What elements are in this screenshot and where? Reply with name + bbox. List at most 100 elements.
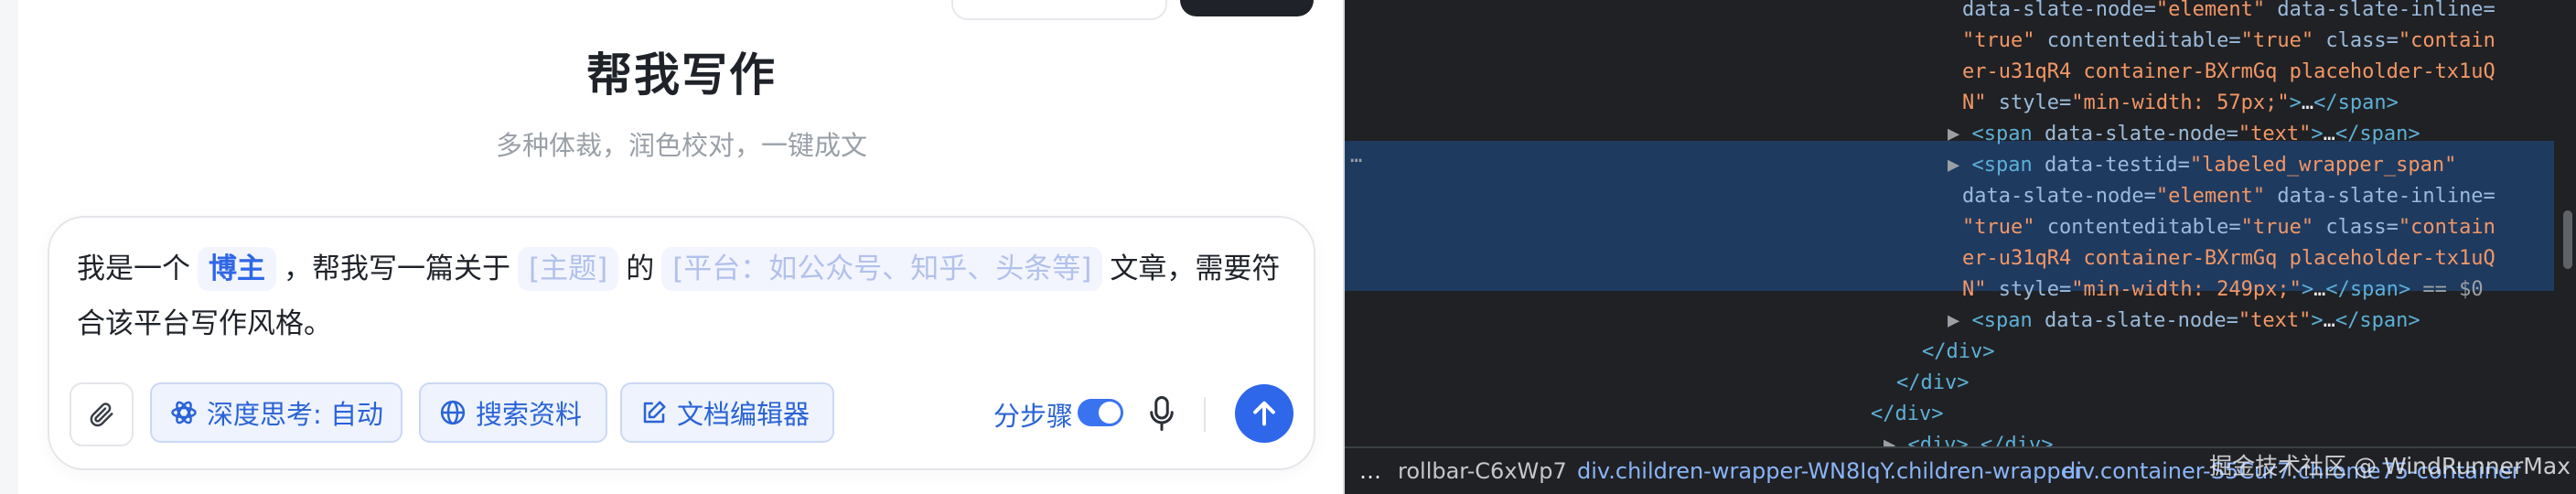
vertical-scrollbar[interactable] bbox=[2563, 210, 2572, 269]
expand-triangle-icon[interactable]: ▶ bbox=[1948, 123, 1972, 145]
dom-token: style= bbox=[1986, 278, 2072, 301]
doc-editor-button[interactable]: 文档编辑器 bbox=[620, 382, 834, 443]
node-actions-ellipsis[interactable]: … bbox=[1350, 141, 1362, 172]
step-by-step-label: 分步骤 bbox=[993, 401, 1074, 432]
dom-tree-line[interactable]: er-u31qR4 container-BXrmGq placeholder-t… bbox=[1962, 57, 2496, 88]
dom-tree-line[interactable]: er-u31qR4 container-BXrmGq placeholder-t… bbox=[1962, 243, 2496, 274]
page-title: 帮我写作 bbox=[586, 48, 777, 102]
step-by-step-toggle[interactable] bbox=[1078, 399, 1123, 426]
prompt-editor-card: 我是一个 博主 ，帮我写一篇关于 [主题] 的 [平台：如公众号、知乎、头条等] 文章，需要… bbox=[48, 216, 1315, 470]
dom-token: "text" bbox=[2238, 309, 2312, 332]
globe-icon bbox=[440, 400, 466, 425]
dom-tree-line[interactable]: ▶ <span data-testid="labeled_wrapper_spa… bbox=[1948, 150, 2456, 181]
toolbar-divider bbox=[1204, 397, 1206, 432]
writing-assistant-pane: 帮我写作 多种体裁，润色校对，一键成文 我是一个 博主 ，帮我写一篇关于 [主题] 的[… bbox=[0, 0, 1343, 494]
dom-token: contenteditable= bbox=[2034, 216, 2241, 239]
prompt-text-3: 的 bbox=[626, 252, 655, 285]
prompt-text-2: ，帮我写一篇关于 bbox=[284, 252, 510, 285]
dom-token: > bbox=[2311, 309, 2324, 332]
dom-tree-line[interactable]: ▶ <span data-slate-node="text">…</span> bbox=[1948, 119, 2420, 150]
dom-token: contenteditable= bbox=[2034, 29, 2241, 52]
dom-token: data-slate-inline= bbox=[2265, 0, 2496, 21]
dom-token: data-slate-node= bbox=[1962, 0, 2156, 21]
edit-document-icon bbox=[643, 401, 666, 424]
dom-token: </div> bbox=[1922, 340, 1995, 363]
dom-tree-line[interactable]: data-slate-node="element" data-slate-inl… bbox=[1962, 181, 2496, 212]
dom-tree-line[interactable]: "true" contenteditable="true" class="con… bbox=[1962, 26, 2496, 57]
dom-token: "labeled_wrapper_span" bbox=[2189, 154, 2457, 177]
dom-tree-line[interactable]: ▶ <span data-slate-node="text">…</span> bbox=[1948, 306, 2420, 337]
microphone-icon bbox=[1150, 396, 1174, 431]
deep-think-label: 深度思考: 自动 bbox=[207, 399, 383, 430]
doc-editor-label: 文档编辑器 bbox=[677, 399, 810, 430]
dom-token: "element" bbox=[2155, 0, 2266, 21]
dom-token: </span> bbox=[2334, 309, 2420, 332]
dom-tree-line[interactable]: "true" contenteditable="true" class="con… bbox=[1962, 212, 2496, 243]
slot-topic[interactable]: [主题] bbox=[518, 247, 619, 291]
dom-tree-line[interactable]: N" style="min-width: 249px;">…</span> ==… bbox=[1962, 274, 2484, 306]
voice-input-button[interactable] bbox=[1143, 392, 1180, 435]
dom-tree-line[interactable]: N" style="min-width: 57px;">…</span> bbox=[1962, 88, 2399, 119]
expand-triangle-icon[interactable]: ▶ bbox=[1948, 154, 1972, 177]
breadcrumb-ellipsis[interactable]: … bbox=[1359, 448, 1381, 494]
dom-token: </div> bbox=[1896, 371, 1970, 394]
arrow-up-icon bbox=[1253, 401, 1275, 426]
dom-token: class= bbox=[2313, 216, 2399, 239]
dom-token: data-slate-node= bbox=[2032, 309, 2238, 332]
dom-tree-line[interactable]: data-slate-node="element" data-slate-inl… bbox=[1962, 0, 2496, 26]
dom-token: > bbox=[2311, 123, 2324, 145]
dom-tree-line[interactable]: </div> bbox=[1871, 399, 1943, 430]
dom-token: … bbox=[2323, 309, 2335, 332]
prompt-editor[interactable]: 我是一个 博主 ，帮我写一篇关于 [主题] 的 [平台：如公众号、知乎、头条等] 文章，需要… bbox=[77, 242, 1293, 351]
search-button[interactable]: 搜索资料 bbox=[419, 382, 607, 443]
breadcrumb-item[interactable]: rollbar-C6xWp7 bbox=[1398, 448, 1567, 494]
dom-token: </span> bbox=[2313, 91, 2399, 114]
dom-tree-line[interactable]: </div> bbox=[1922, 337, 1994, 368]
deep-think-button[interactable]: 深度思考: 自动 bbox=[150, 382, 402, 443]
paperclip-icon bbox=[90, 403, 113, 427]
dom-token: style= bbox=[1986, 91, 2072, 114]
dom-token: "element" bbox=[2155, 185, 2266, 208]
dom-token: > bbox=[2289, 91, 2302, 114]
dom-token: "text" bbox=[2238, 123, 2312, 145]
attach-button[interactable] bbox=[70, 382, 134, 446]
dom-token: N" bbox=[1962, 278, 1987, 301]
dom-token: … bbox=[2323, 123, 2335, 145]
dom-token: "min-width: 249px;" bbox=[2071, 278, 2302, 301]
dom-token: er-u31qR4 container-BXrmGq placeholder-t… bbox=[1962, 60, 2496, 83]
dom-token: <span bbox=[1971, 123, 2033, 145]
dom-token: data-slate-inline= bbox=[2265, 185, 2496, 208]
dom-tree-line[interactable]: </div> bbox=[1896, 368, 1969, 399]
dom-token: "contain bbox=[2398, 216, 2496, 239]
dom-token: </div> bbox=[1871, 403, 1944, 425]
search-label: 搜索资料 bbox=[476, 399, 583, 430]
dom-token: … bbox=[2313, 278, 2326, 301]
breadcrumb-item[interactable]: div.children-wrapper-WN8IqY.children-wra… bbox=[1577, 448, 2083, 494]
toggle-knob bbox=[1099, 402, 1121, 424]
atom-icon bbox=[171, 401, 197, 424]
slot-platform[interactable]: [平台：如公众号、知乎、头条等] bbox=[661, 247, 1103, 291]
top-outline-button[interactable] bbox=[951, 0, 1167, 20]
watermark: 掘金技术社区 @ WindRunnerMax bbox=[2209, 453, 2571, 479]
slot-role[interactable]: 博主 bbox=[198, 247, 276, 291]
dom-token: "true" bbox=[2240, 29, 2314, 52]
dom-token: "contain bbox=[2398, 29, 2496, 52]
dom-token: "true" bbox=[1962, 29, 2035, 52]
dom-token: "true" bbox=[2240, 216, 2314, 239]
dom-token: er-u31qR4 container-BXrmGq placeholder-t… bbox=[1962, 247, 2496, 270]
dom-token: "min-width: 57px;" bbox=[2071, 91, 2290, 114]
dom-token: data-slate-node= bbox=[2032, 123, 2238, 145]
dom-token: </span> bbox=[2325, 278, 2411, 301]
expand-triangle-icon[interactable]: ▶ bbox=[1948, 309, 1972, 332]
dom-token: class= bbox=[2313, 29, 2399, 52]
dom-token: </span> bbox=[2334, 123, 2420, 145]
dom-token: data-slate-node= bbox=[1962, 185, 2156, 208]
dom-token: N" bbox=[1962, 91, 1987, 114]
send-button[interactable] bbox=[1235, 384, 1293, 443]
dom-token: <span bbox=[1971, 154, 2033, 177]
page-subtitle: 多种体裁，润色校对，一键成文 bbox=[495, 130, 867, 161]
dom-token: "true" bbox=[1962, 216, 2035, 239]
dom-token: data-testid= bbox=[2032, 154, 2190, 177]
top-dark-button[interactable] bbox=[1180, 0, 1314, 16]
dom-token: > bbox=[2301, 278, 2314, 301]
